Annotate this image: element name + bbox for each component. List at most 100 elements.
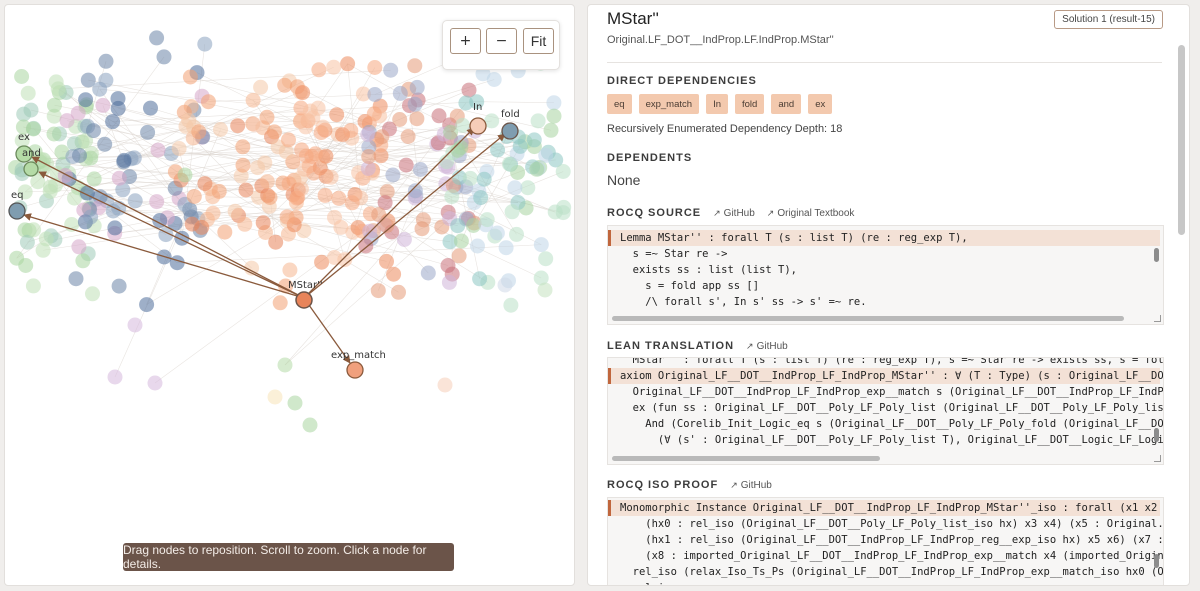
graph-node[interactable]	[530, 113, 546, 129]
graph-node[interactable]	[169, 255, 185, 271]
graph-node[interactable]	[98, 72, 114, 88]
zoom-in-button[interactable]: +	[450, 28, 481, 54]
graph-node[interactable]	[174, 230, 190, 246]
graph-node[interactable]	[105, 114, 121, 130]
graph-node[interactable]	[367, 60, 383, 75]
graph-node[interactable]	[217, 224, 233, 240]
graph-node[interactable]	[451, 248, 467, 264]
graph-node[interactable]	[420, 265, 436, 281]
graph-node[interactable]	[407, 96, 423, 112]
graph-node[interactable]	[470, 238, 485, 254]
graph-node[interactable]	[362, 223, 378, 239]
graph-node[interactable]	[247, 117, 263, 133]
graph-node[interactable]	[444, 189, 460, 205]
graph-node[interactable]	[182, 69, 198, 85]
graph-node[interactable]	[317, 187, 333, 203]
graph-node[interactable]	[450, 218, 466, 234]
graph-node[interactable]	[127, 193, 143, 209]
graph-node[interactable]	[392, 85, 408, 101]
rocq-source-code[interactable]: /\ forall s', In s' ss -> s' =~ re. s = …	[607, 225, 1164, 325]
graph-node[interactable]	[439, 154, 455, 170]
graph-node[interactable]	[329, 107, 345, 123]
graph-node[interactable]	[431, 108, 447, 124]
graph-node[interactable]	[78, 92, 94, 108]
graph-node[interactable]	[197, 36, 213, 52]
panel-scrollbar[interactable]	[1178, 45, 1185, 235]
graph-node[interactable]	[211, 183, 227, 199]
graph-node[interactable]	[86, 171, 102, 187]
graph-node[interactable]	[255, 215, 271, 231]
graph-node[interactable]	[396, 232, 412, 247]
graph-node[interactable]	[458, 95, 474, 111]
code-vertical-scrollbar[interactable]	[1154, 554, 1159, 568]
graph-node[interactable]	[305, 110, 321, 126]
graph-node[interactable]	[250, 160, 266, 176]
graph-node[interactable]	[97, 136, 113, 152]
graph-node[interactable]	[230, 118, 246, 134]
graph-node[interactable]	[302, 417, 318, 433]
zoom-out-button[interactable]: −	[486, 28, 517, 54]
graph-node[interactable]	[42, 183, 58, 199]
graph-node[interactable]	[537, 282, 553, 298]
graph-node[interactable]	[437, 377, 453, 393]
graph-node[interactable]	[143, 100, 158, 116]
graph-node[interactable]	[400, 129, 416, 144]
graph-node[interactable]	[67, 190, 82, 206]
iso-github-link[interactable]: ↗ GitHub	[730, 480, 772, 491]
graph-node[interactable]	[476, 171, 492, 187]
graph-node[interactable]	[512, 138, 528, 154]
graph-node[interactable]	[543, 122, 559, 138]
graph-node[interactable]	[379, 253, 394, 269]
graph-node[interactable]	[14, 69, 30, 84]
graph-node[interactable]	[245, 92, 261, 108]
graph-node[interactable]	[333, 219, 349, 235]
graph-node[interactable]	[407, 58, 423, 74]
resize-handle[interactable]	[1154, 315, 1161, 322]
graph-node[interactable]	[314, 254, 330, 270]
graph-node[interactable]	[171, 141, 187, 156]
graph-node[interactable]	[385, 167, 401, 183]
graph-node[interactable]	[343, 123, 359, 138]
graph-node[interactable]	[344, 195, 360, 211]
node-exp-match[interactable]	[346, 361, 364, 379]
graph-node[interactable]	[111, 170, 127, 186]
graph-node[interactable]	[237, 216, 253, 232]
graph-node[interactable]	[20, 85, 36, 101]
graph-node[interactable]	[546, 95, 562, 111]
dependency-chip[interactable]: In	[706, 94, 728, 114]
graph-node[interactable]	[503, 297, 519, 313]
graph-node[interactable]	[253, 79, 269, 95]
graph-node[interactable]	[504, 204, 520, 220]
graph-node[interactable]	[47, 97, 62, 113]
lean-github-link[interactable]: ↗ GitHub	[746, 341, 788, 352]
graph-node[interactable]	[25, 278, 41, 294]
graph-node[interactable]	[509, 226, 524, 242]
graph-node[interactable]	[287, 395, 303, 411]
graph-node[interactable]	[83, 209, 99, 225]
code-horizontal-scrollbar[interactable]	[612, 456, 880, 461]
graph-node[interactable]	[277, 77, 293, 93]
node-mstar-focused[interactable]	[295, 291, 313, 309]
graph-node[interactable]	[323, 169, 339, 185]
graph-node[interactable]	[235, 157, 251, 173]
graph-node[interactable]	[398, 157, 414, 173]
graph-node[interactable]	[479, 212, 495, 228]
graph-node[interactable]	[501, 156, 517, 172]
graph-node[interactable]	[139, 297, 155, 313]
graph-node[interactable]	[262, 190, 278, 205]
graph-node[interactable]	[289, 190, 305, 206]
graph-node[interactable]	[268, 234, 284, 250]
rocq-iso-proof-code[interactable]: rel_iso rel_iso (relax_Iso_Ts_Ps (Origin…	[607, 497, 1164, 585]
resize-handle[interactable]	[1154, 455, 1161, 462]
graph-node[interactable]	[306, 165, 322, 181]
graph-node[interactable]	[267, 389, 283, 405]
detail-panel[interactable]: MStar'' Original.LF_DOT__IndProp.LF.IndP…	[587, 4, 1190, 586]
graph-node[interactable]	[279, 209, 295, 225]
node-in[interactable]	[469, 117, 487, 135]
graph-node[interactable]	[538, 147, 554, 163]
graph-node[interactable]	[95, 97, 111, 113]
graph-node[interactable]	[107, 369, 123, 385]
graph-node[interactable]	[374, 129, 390, 145]
graph-node[interactable]	[407, 183, 423, 199]
graph-node[interactable]	[383, 62, 399, 78]
